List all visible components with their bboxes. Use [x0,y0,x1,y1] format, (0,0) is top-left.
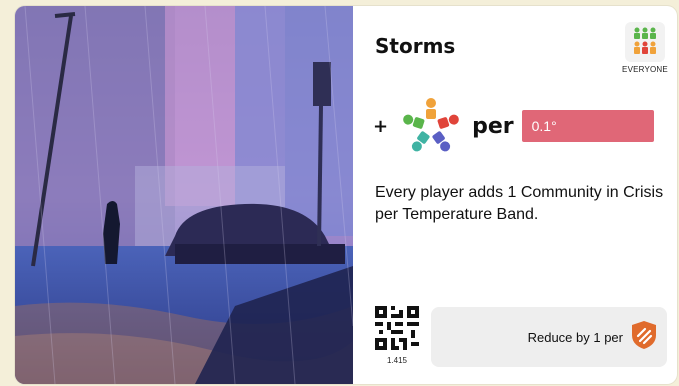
crisis-cost-row: + per 0.1° [373,98,654,154]
card-title: Storms [375,34,456,58]
everyone-players-icon [625,22,665,62]
card-description: Every player adds 1 Community in Crisis … [375,184,664,223]
qr-code-icon [375,306,419,354]
reduce-by-box: Reduce by 1 per [431,307,667,367]
qr-code-label: 1.415 [386,356,408,365]
qr-block: 1.415 [375,306,419,365]
per-label: per [472,113,514,139]
everyone-badge: EVERYONE [620,22,670,82]
storms-card[interactable]: Storms EVERYONE + per 0.1° Every player … [15,6,677,384]
shield-icon [631,320,657,354]
community-in-crisis-icon [394,93,468,159]
reduce-label: Reduce by 1 per [527,329,623,345]
everyone-label: EVERYONE [622,65,668,74]
storm-illustration [15,6,353,384]
plus-sign: + [373,115,389,137]
temperature-band: 0.1° [521,110,654,142]
